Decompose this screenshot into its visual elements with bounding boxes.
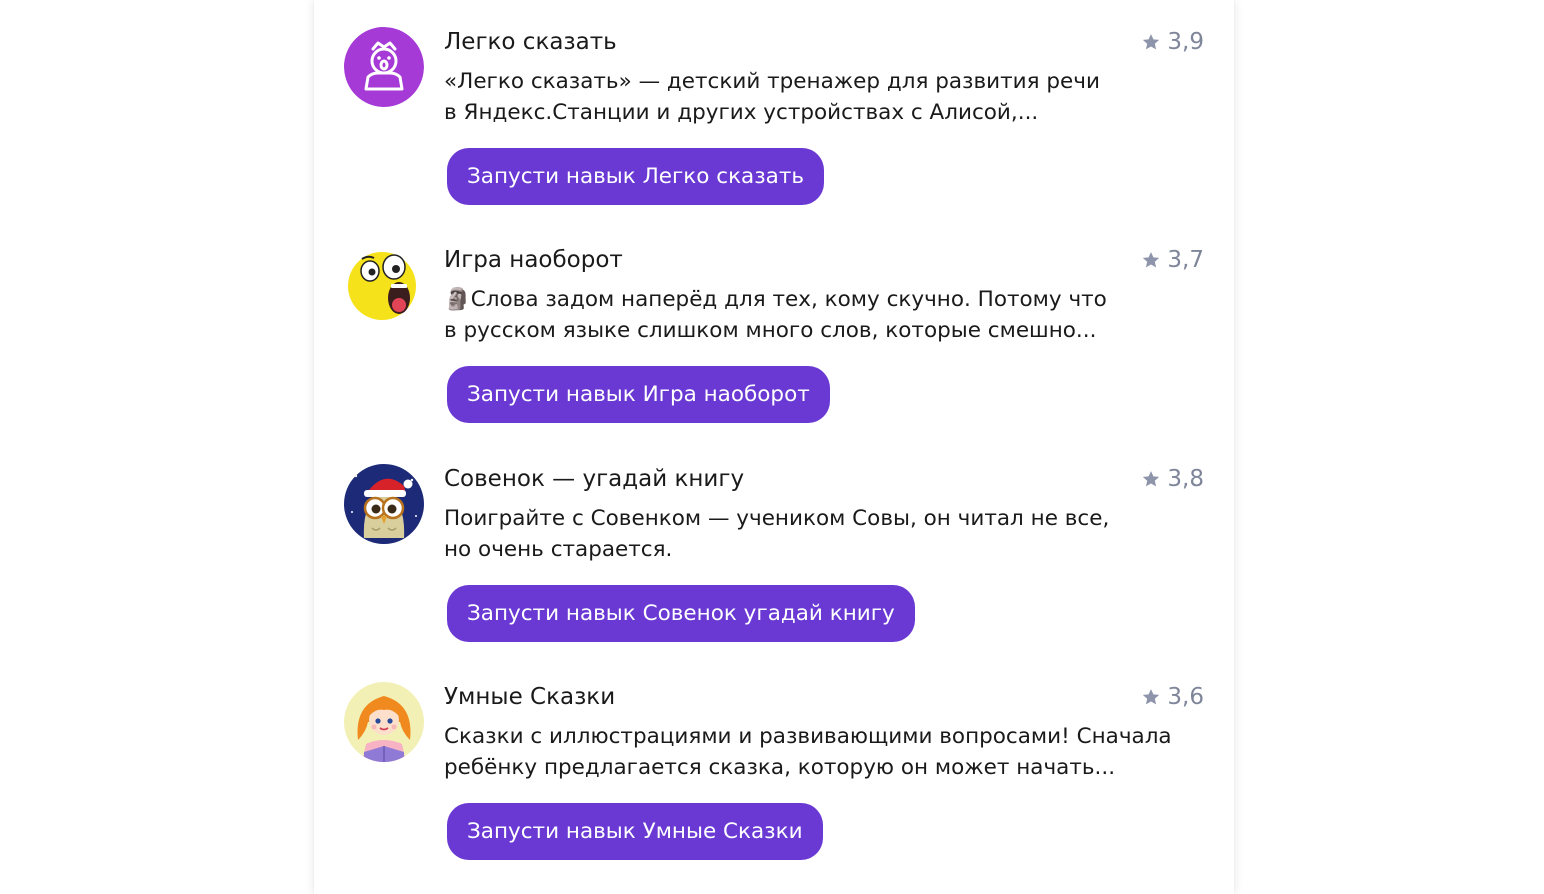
star-icon bbox=[1143, 252, 1160, 268]
skills-list-card: Легко сказать 3,9 «Легко сказать» — детс… bbox=[314, 0, 1234, 894]
skill-description: Сказки с иллюстрациями и развивающими во… bbox=[444, 721, 1214, 783]
girl-reading-icon[interactable] bbox=[344, 682, 424, 762]
star-icon bbox=[1143, 689, 1160, 705]
skill-item: Легко сказать 3,9 «Легко сказать» — детс… bbox=[314, 0, 1234, 205]
description-line: ребёнку предлагается сказка, которую он … bbox=[444, 755, 1116, 780]
skill-title[interactable]: Совенок — угадай книгу bbox=[444, 464, 744, 494]
skill-description: 🗿Слова задом наперёд для тех, кому скучн… bbox=[444, 284, 1214, 346]
skill-rating: 3,6 bbox=[1141, 682, 1204, 712]
rating-value: 3,9 bbox=[1167, 29, 1204, 55]
rating-value: 3,6 bbox=[1167, 684, 1204, 710]
description-line: в Яндекс.Станции и других устройствах с … bbox=[444, 100, 1039, 125]
skill-rating: 3,8 bbox=[1141, 464, 1204, 494]
launch-skill-button[interactable]: Запусти навык Легко сказать bbox=[447, 148, 825, 205]
owl-santa-hat-icon[interactable] bbox=[344, 464, 424, 544]
skill-item: Умные Сказки 3,6 Сказки с иллюстрациями … bbox=[314, 655, 1234, 860]
skill-rating: 3,9 bbox=[1141, 27, 1204, 57]
description-line: но очень старается. bbox=[444, 537, 673, 562]
skill-rating: 3,7 bbox=[1141, 245, 1204, 275]
description-line: в русском языке слишком много слов, кото… bbox=[444, 318, 1097, 343]
skill-description: Поиграйте с Совенком — учеником Совы, он… bbox=[444, 503, 1214, 565]
rating-value: 3,7 bbox=[1167, 247, 1204, 273]
launch-skill-button[interactable]: Запусти навык Совенок угадай книгу bbox=[447, 585, 915, 642]
launch-skill-button[interactable]: Запусти навык Умные Сказки bbox=[447, 803, 823, 860]
description-line: 🗿Слова задом наперёд для тех, кому скучн… bbox=[444, 287, 1107, 312]
launch-skill-button[interactable]: Запусти навык Игра наоборот bbox=[447, 366, 830, 423]
legko-skazat-icon[interactable] bbox=[344, 27, 424, 107]
star-icon bbox=[1143, 34, 1160, 50]
skill-title[interactable]: Легко сказать bbox=[444, 27, 617, 57]
skill-description: «Легко сказать» — детский тренажер для р… bbox=[444, 66, 1214, 128]
description-line: «Легко сказать» — детский тренажер для р… bbox=[444, 69, 1100, 94]
skill-item: Совенок — угадай книгу 3,8 Поиграйте с С… bbox=[314, 437, 1234, 642]
surprised-emoji-icon[interactable] bbox=[344, 245, 424, 325]
description-line: Поиграйте с Совенком — учеником Совы, он… bbox=[444, 506, 1110, 531]
description-line: Сказки с иллюстрациями и развивающими во… bbox=[444, 724, 1172, 749]
page: Легко сказать 3,9 «Легко сказать» — детс… bbox=[0, 0, 1544, 894]
rating-value: 3,8 bbox=[1167, 466, 1204, 492]
skill-title[interactable]: Игра наоборот bbox=[444, 245, 623, 275]
skill-item: Игра наоборот 3,7 🗿Слова задом наперёд д… bbox=[314, 218, 1234, 423]
skill-title[interactable]: Умные Сказки bbox=[444, 682, 615, 712]
star-icon bbox=[1143, 471, 1160, 487]
